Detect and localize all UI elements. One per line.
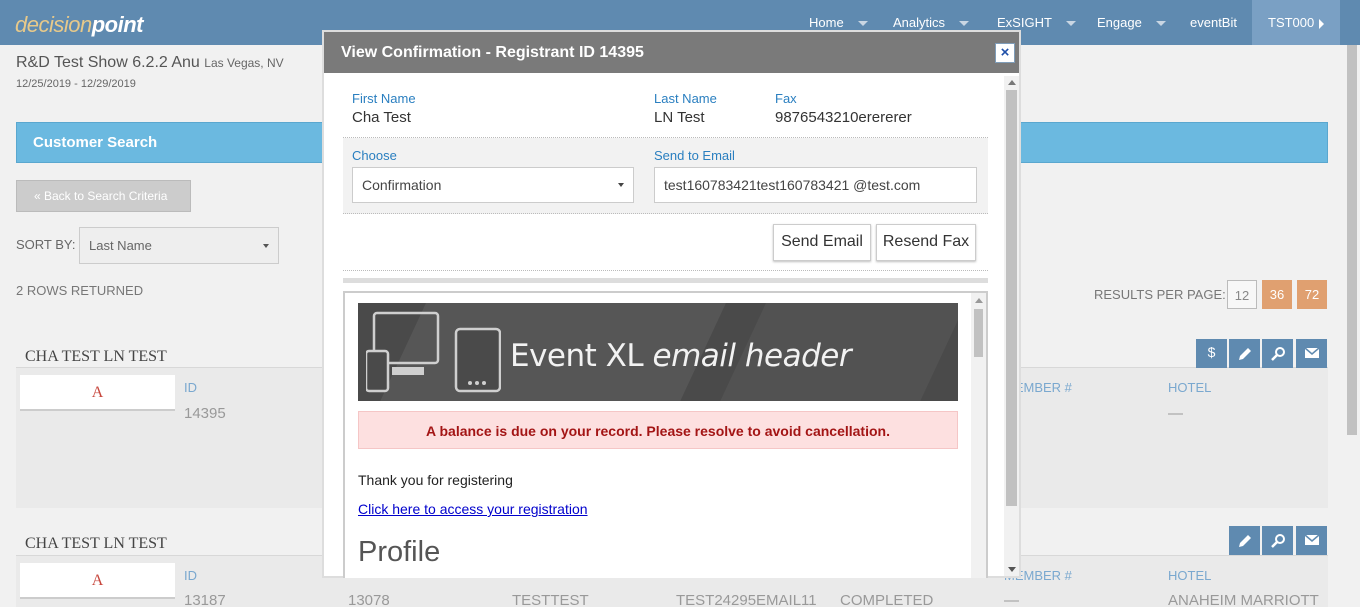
- show-title: R&D Test Show 6.2.2 Anu Las Vegas, NV: [16, 54, 284, 71]
- rows-returned: 2 ROWS RETURNED: [16, 283, 144, 298]
- chevron-down-icon: [959, 21, 970, 27]
- modal-scroll-thumb[interactable]: [1006, 90, 1017, 506]
- envelope-icon: [1304, 347, 1319, 358]
- choose-select[interactable]: Confirmation: [352, 167, 634, 203]
- modal-title: View Confirmation - Registrant ID 14395: [341, 44, 644, 61]
- dollar-icon: $: [1207, 344, 1216, 360]
- email-header-banner: Event XL email header: [358, 303, 958, 401]
- company-value: TESTTEST: [512, 592, 589, 607]
- page-scrollbar[interactable]: [1344, 45, 1360, 607]
- results-per-page-label: RESULTS PER PAGE:: [1094, 287, 1226, 302]
- scroll-down-icon[interactable]: [1008, 567, 1016, 572]
- hotel-label: HOTEL: [1168, 380, 1212, 395]
- separator-bar: [343, 278, 988, 283]
- choose-label: Choose: [352, 148, 397, 163]
- divider: [343, 270, 988, 271]
- nav-home[interactable]: Home: [809, 15, 868, 30]
- sort-by-select[interactable]: Last Name: [79, 227, 279, 264]
- registration-link[interactable]: Click here to access your registration: [358, 501, 588, 517]
- hotel-value: —: [1168, 405, 1183, 422]
- scroll-up-icon[interactable]: [975, 298, 983, 303]
- envelope-icon: [1304, 534, 1319, 545]
- chevron-down-icon: [263, 244, 269, 248]
- send-email-button[interactable]: Send Email: [773, 224, 871, 261]
- view-button[interactable]: [1262, 526, 1293, 555]
- chevron-down-icon: [1155, 21, 1166, 27]
- results-per-page-72[interactable]: 72: [1297, 280, 1327, 309]
- preview-scroll-thumb[interactable]: [974, 309, 983, 357]
- id-label: ID: [184, 380, 197, 395]
- resend-fax-button[interactable]: Resend Fax: [876, 224, 976, 261]
- magnifier-icon: [1270, 347, 1285, 361]
- pencil-icon: [1238, 535, 1251, 547]
- first-name-label: First Name: [352, 91, 416, 106]
- back-to-search-button[interactable]: « Back to Search Criteria: [16, 180, 191, 212]
- member-value: —: [1004, 592, 1019, 607]
- show-location: Las Vegas, NV: [204, 56, 284, 70]
- page-scroll-thumb[interactable]: [1347, 45, 1357, 435]
- status-value: COMPLETED: [840, 592, 934, 607]
- preview-scrollbar[interactable]: [971, 293, 986, 578]
- view-confirmation-modal: View Confirmation - Registrant ID 14395 …: [322, 30, 1021, 578]
- decisionpoint-logo[interactable]: decisionpoint: [15, 12, 143, 38]
- send-to-email-input[interactable]: test160783421test160783421 @test.com: [654, 167, 977, 203]
- id-value: 14395: [184, 405, 226, 422]
- hotel-label: HOTEL: [1168, 568, 1212, 583]
- email-value: TEST24295EMAIL11: [676, 592, 817, 607]
- nav-engage[interactable]: Engage: [1097, 15, 1166, 30]
- email-button[interactable]: [1296, 526, 1327, 555]
- results-per-page-36[interactable]: 36: [1262, 280, 1292, 309]
- fax-label: Fax: [775, 91, 797, 106]
- results-per-page-12[interactable]: 12: [1227, 280, 1257, 309]
- record-name[interactable]: CHA TEST LN TEST: [25, 348, 167, 366]
- fax-value: 9876543210erererer: [775, 109, 912, 126]
- modal-scrollbar[interactable]: [1004, 76, 1019, 576]
- magnifier-icon: [1270, 534, 1285, 548]
- nav-analytics[interactable]: Analytics: [893, 15, 970, 30]
- payment-button[interactable]: $: [1196, 339, 1227, 368]
- balance-notice: A balance is due on your record. Please …: [358, 411, 958, 449]
- devices-icon: [366, 311, 501, 393]
- hotel-value: ANAHEIM MARRIOTT: [1168, 592, 1319, 607]
- edit-button[interactable]: [1229, 526, 1260, 555]
- show-dates: 12/25/2019 - 12/29/2019: [16, 78, 136, 90]
- first-name-value: Cha Test: [352, 109, 411, 126]
- view-button[interactable]: [1262, 339, 1293, 368]
- email-header-text: Event XL email header: [510, 338, 852, 374]
- id-value: 13187: [184, 592, 226, 607]
- last-name-value: LN Test: [654, 109, 705, 126]
- sort-by-label: SORT BY:: [16, 237, 76, 252]
- chevron-down-icon: [618, 183, 624, 187]
- edit-button[interactable]: [1229, 339, 1260, 368]
- scroll-up-icon[interactable]: [1008, 80, 1016, 85]
- email-preview-frame[interactable]: Event XL email header A balance is due o…: [343, 291, 988, 578]
- close-icon[interactable]: ×: [995, 43, 1015, 63]
- send-to-email-label: Send to Email: [654, 148, 735, 163]
- nav-exsight[interactable]: ExSIGHT: [997, 15, 1076, 30]
- id-label: ID: [184, 568, 197, 583]
- nav-eventbit[interactable]: eventBit: [1190, 15, 1237, 30]
- chevron-down-icon: [1065, 21, 1076, 27]
- last-name-label: Last Name: [654, 91, 717, 106]
- email-button[interactable]: [1296, 339, 1327, 368]
- avatar: A: [20, 375, 175, 411]
- chevron-right-icon: [1319, 18, 1325, 29]
- avatar: A: [20, 563, 175, 599]
- badge-value: 13078: [348, 592, 390, 607]
- thanks-text: Thank you for registering: [358, 472, 513, 488]
- nav-user-menu[interactable]: TST000: [1252, 0, 1340, 45]
- modal-header: View Confirmation - Registrant ID 14395 …: [324, 32, 1019, 73]
- record-name[interactable]: CHA TEST LN TEST: [25, 535, 167, 553]
- pencil-icon: [1238, 348, 1251, 360]
- chevron-down-icon: [857, 21, 868, 27]
- profile-heading: Profile: [358, 536, 441, 568]
